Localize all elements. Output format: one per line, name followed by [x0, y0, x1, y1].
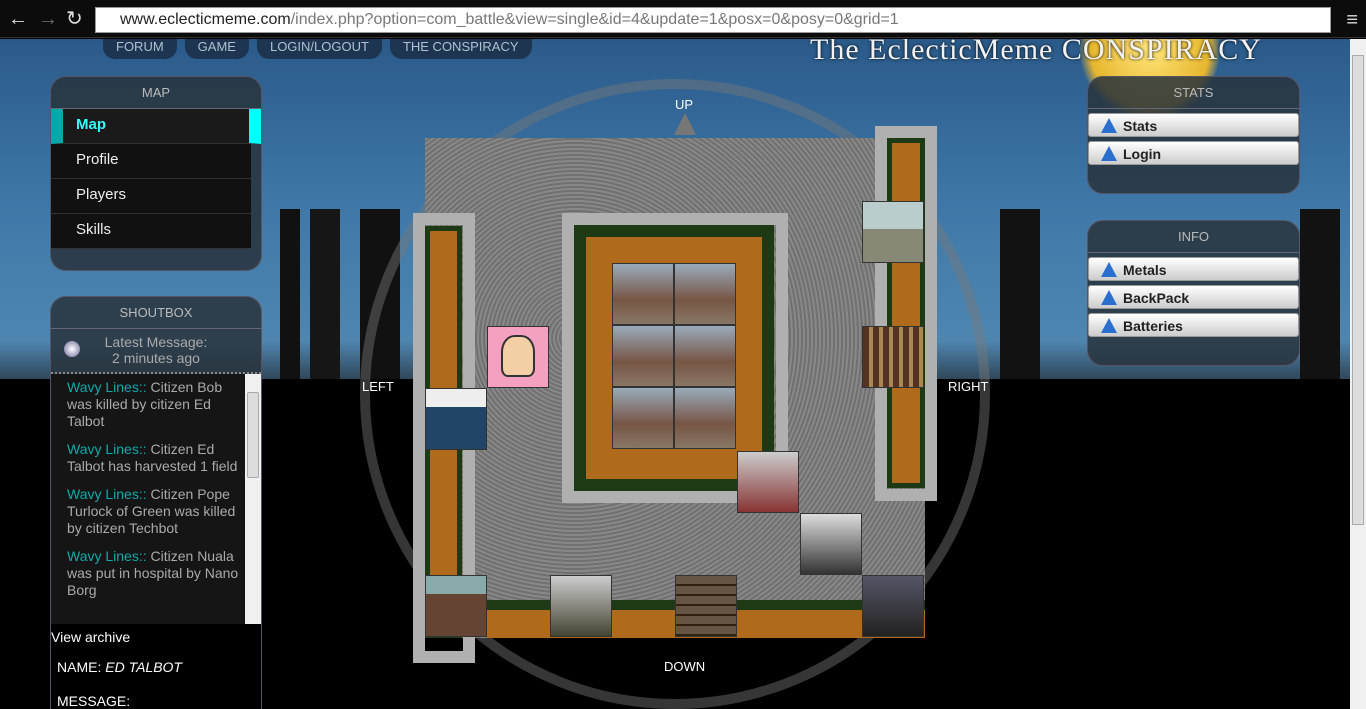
menu-item-profile[interactable]: Profile	[51, 144, 251, 179]
field-tile[interactable]	[612, 387, 674, 449]
shout-message: Wavy Lines:: Citizen Pope Turlock of Gre…	[67, 486, 236, 536]
field-tile[interactable]	[674, 263, 736, 325]
menu-item-skills[interactable]: Skills	[51, 214, 251, 249]
building-tile[interactable]	[425, 575, 487, 637]
move-left[interactable]: LEFT	[362, 379, 394, 394]
reload-icon[interactable]: ↻	[66, 8, 83, 30]
shoutbox-title: SHOUTBOX	[51, 297, 261, 329]
shout-message: Wavy Lines:: Citizen Bob was killed by c…	[67, 379, 223, 429]
info-title: INFO	[1088, 221, 1299, 253]
latest-time: 2 minutes ago	[112, 350, 200, 366]
browser-toolbar: ← → ↻ www.eclecticmeme.com/index.php?opt…	[0, 0, 1366, 38]
nav-conspiracy[interactable]: THE CONSPIRACY	[389, 39, 532, 59]
back-icon[interactable]: ←	[8, 8, 28, 30]
building-tile[interactable]	[862, 575, 924, 637]
menu-icon[interactable]: ≡	[1346, 9, 1358, 32]
map-panel: MAP Map Profile Players Skills	[50, 76, 262, 271]
shoutbox-panel: SHOUTBOX Latest Message: 2 minutes ago W…	[50, 296, 262, 709]
nav-login-logout[interactable]: LOGIN/LOGOUT	[256, 39, 382, 59]
pyramid-icon	[1101, 118, 1117, 133]
pyramid-icon	[1101, 290, 1117, 305]
map-grid[interactable]	[413, 126, 937, 663]
name-value: ED TALBOT	[105, 659, 182, 675]
move-right[interactable]: RIGHT	[948, 379, 988, 394]
move-down[interactable]: DOWN	[664, 659, 705, 674]
building-tile[interactable]	[425, 388, 487, 450]
building-tile[interactable]	[675, 575, 737, 637]
backpack-button[interactable]: BackPack	[1088, 285, 1299, 309]
page: The EclecticMeme CONSPIRACY FORUM GAME L…	[0, 39, 1350, 709]
field-tile[interactable]	[612, 325, 674, 387]
shout-scrollbar[interactable]	[245, 374, 261, 624]
page-scrollbar[interactable]	[1350, 39, 1366, 709]
map-panel-title: MAP	[51, 77, 261, 109]
stats-title: STATS	[1088, 77, 1299, 109]
logo: The EclecticMeme CONSPIRACY	[810, 39, 1262, 66]
field-tile[interactable]	[612, 263, 674, 325]
building-tile[interactable]	[862, 326, 924, 388]
field-strip	[887, 138, 925, 488]
move-up[interactable]: UP	[675, 97, 693, 112]
message-label: MESSAGE:	[57, 693, 131, 709]
stats-button[interactable]: Stats	[1088, 113, 1299, 137]
latest-label: Latest Message:	[104, 334, 208, 350]
address-bar[interactable]: www.eclecticmeme.com/index.php?option=co…	[95, 7, 1331, 33]
metals-button[interactable]: Metals	[1088, 257, 1299, 281]
pyramid-icon	[1101, 146, 1117, 161]
view-archive-link[interactable]: View archive	[51, 624, 261, 645]
pyramid-icon	[1101, 262, 1117, 277]
refresh-icon[interactable]	[64, 341, 80, 357]
field-tile[interactable]	[674, 387, 736, 449]
menu-item-players[interactable]: Players	[51, 179, 251, 214]
shout-list: Wavy Lines:: Citizen Bob was killed by c…	[51, 374, 261, 624]
player-avatar[interactable]	[487, 326, 549, 388]
forward-icon[interactable]: →	[38, 8, 58, 30]
shout-message: Wavy Lines:: Citizen Nuala was put in ho…	[67, 548, 239, 598]
building-tile[interactable]	[862, 201, 924, 263]
up-arrow-icon[interactable]	[674, 113, 696, 135]
stats-panel: STATS Stats Login	[1087, 76, 1300, 194]
nav-game[interactable]: GAME	[184, 39, 249, 59]
building-tile[interactable]	[550, 575, 612, 637]
batteries-button[interactable]: Batteries	[1088, 313, 1299, 337]
menu-item-map[interactable]: Map	[51, 109, 261, 144]
shout-message: Wavy Lines:: Citizen Ed Talbot has harve…	[67, 441, 238, 474]
top-nav: FORUM GAME LOGIN/LOGOUT THE CONSPIRACY	[103, 39, 532, 59]
info-panel: INFO Metals BackPack Batteries	[1087, 220, 1300, 366]
pyramid-icon	[1101, 318, 1117, 333]
field-tile[interactable]	[674, 325, 736, 387]
building-tile[interactable]	[800, 513, 862, 575]
login-button[interactable]: Login	[1088, 141, 1299, 165]
name-label: NAME:	[57, 659, 102, 675]
building-tile[interactable]	[737, 451, 799, 513]
nav-forum[interactable]: FORUM	[103, 39, 177, 59]
